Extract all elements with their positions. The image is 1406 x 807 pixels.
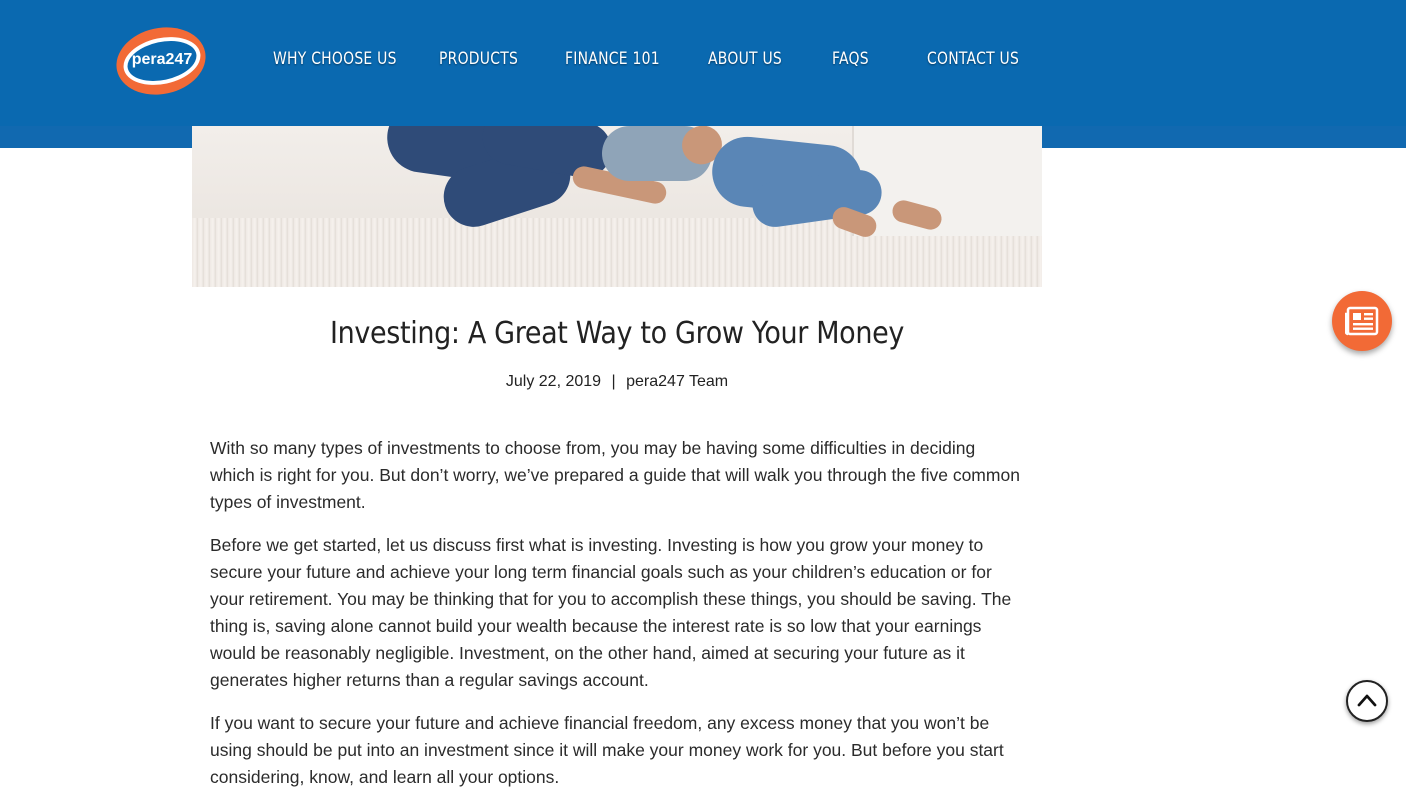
- nav-contact-us[interactable]: CONTACT US: [927, 49, 1019, 69]
- back-to-top-button[interactable]: [1346, 680, 1388, 722]
- meta-separator: |: [611, 373, 616, 390]
- nav-faqs[interactable]: FAQS: [832, 49, 869, 69]
- nav-why-choose-us[interactable]: WHY CHOOSE US: [273, 49, 397, 69]
- hero-image: [192, 126, 1042, 287]
- article-paragraph: With so many types of investments to cho…: [210, 438, 1020, 512]
- logo-text: pera247: [131, 51, 193, 68]
- article-body: With so many types of investments to cho…: [210, 435, 1022, 807]
- article-title: Investing: A Great Way to Grow Your Mone…: [330, 316, 904, 351]
- hero-sofa: [852, 126, 1042, 236]
- nav-finance-101[interactable]: FINANCE 101: [565, 49, 660, 69]
- newspaper-icon: [1345, 306, 1379, 336]
- pera247-logo[interactable]: pera247: [110, 19, 212, 103]
- article-date: July 22, 2019: [505, 373, 602, 390]
- article-meta: July 22, 2019 | pera247 Team: [192, 373, 1042, 391]
- chevron-up-icon: [1357, 694, 1377, 707]
- site-header: pera247 WHY CHOOSE US PRODUCTS FINANCE 1…: [0, 0, 1406, 126]
- nav-products[interactable]: PRODUCTS: [439, 49, 518, 69]
- news-button[interactable]: [1332, 291, 1392, 351]
- nav-about-us[interactable]: ABOUT US: [708, 49, 782, 69]
- article-author: pera247 Team: [626, 373, 729, 390]
- article-paragraph: If you want to secure your future and ac…: [210, 713, 1004, 787]
- article-paragraph: Before we get started, let us discuss fi…: [210, 535, 1012, 690]
